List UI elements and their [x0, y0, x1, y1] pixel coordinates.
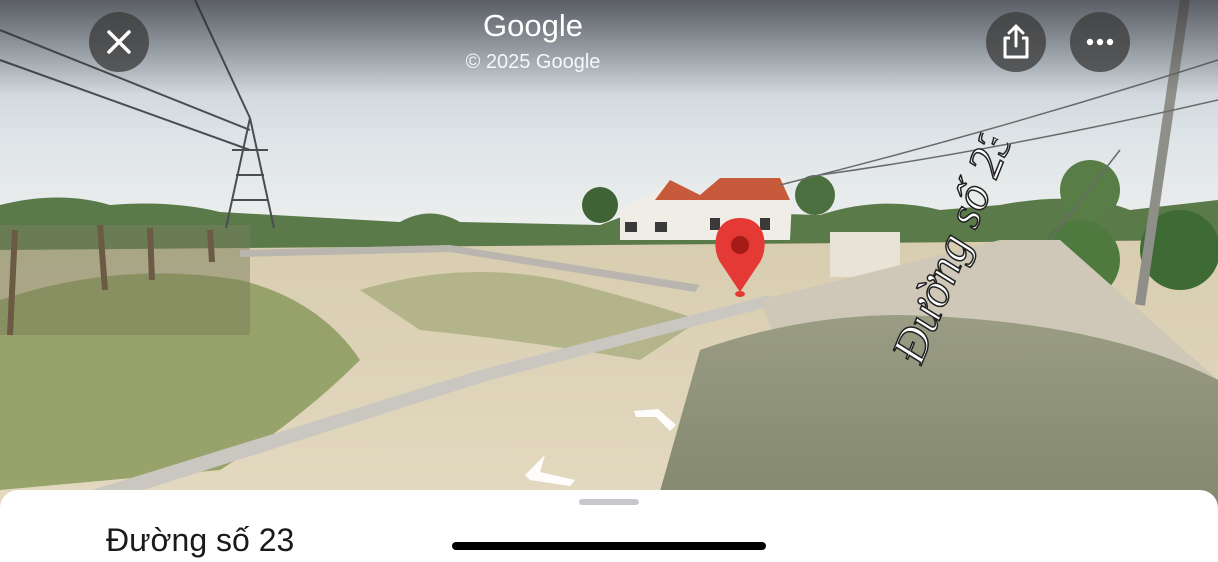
navigate-forward-arrow-icon[interactable]	[630, 405, 680, 435]
provider-title: Google	[483, 8, 583, 43]
place-title: Đường số 23	[106, 522, 295, 558]
share-button[interactable]	[986, 12, 1046, 72]
sheet-grabber-handle[interactable]	[579, 499, 639, 505]
close-button[interactable]	[89, 12, 149, 72]
street-view-panorama[interactable]: Đường số 23	[0, 0, 1218, 562]
close-icon	[107, 30, 131, 54]
bottom-sheet[interactable]: Đường số 23	[0, 490, 1218, 562]
share-icon	[1003, 24, 1029, 59]
copyright-text: © 2025 Google	[465, 51, 601, 73]
home-indicator[interactable]	[452, 542, 766, 550]
navigate-back-arrow-icon[interactable]	[520, 450, 580, 490]
more-icon	[1086, 38, 1114, 46]
more-options-button[interactable]	[1070, 12, 1130, 72]
